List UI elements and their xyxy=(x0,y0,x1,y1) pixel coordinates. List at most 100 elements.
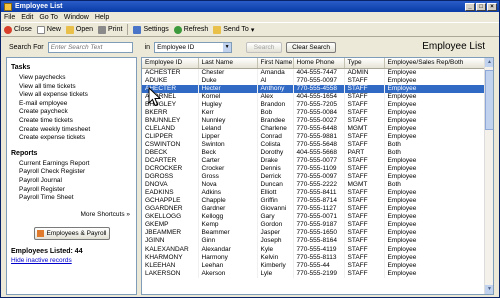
search-button[interactable]: Search xyxy=(246,41,283,53)
table-row[interactable]: AKORNEL Kornel Alex 404-555-1654 STAFF Employ… xyxy=(142,92,487,101)
table-cell: Crocker xyxy=(198,165,258,174)
table-cell: 770-555-1127 xyxy=(293,205,345,214)
table-cell: Employee xyxy=(384,229,487,238)
table-cell: Al xyxy=(257,76,294,85)
scroll-up-icon[interactable]: ▲ xyxy=(485,58,493,67)
clear-search-button[interactable]: Clear Search xyxy=(286,41,337,53)
menu-window[interactable]: Window xyxy=(64,14,89,21)
table-cell: Adkins xyxy=(198,189,258,198)
table-row[interactable]: AHECTER Hecter Anthony 770-555-4558 STAFF Emp… xyxy=(142,84,487,93)
open-button[interactable]: Open xyxy=(65,25,93,34)
table-cell: KALEXANDAR xyxy=(142,245,199,254)
report-link[interactable]: Current Earnings Report xyxy=(11,160,132,169)
table-row[interactable]: KHARMONY Harmony Kelvin 770-555-8113 STAFF Em… xyxy=(142,253,487,262)
employees-payroll-button[interactable]: Employees & Payroll xyxy=(33,226,110,240)
column-header[interactable]: First Name xyxy=(257,58,294,69)
table-row[interactable]: DBECK Beck Dorothy 404-555-5668 PART Both xyxy=(142,148,487,158)
task-link[interactable]: Create expense tickets xyxy=(11,134,132,143)
table-row[interactable]: GGARDNER Gardner Giovanni 770-555-1127 STAFF… xyxy=(142,205,487,214)
vertical-scrollbar[interactable]: ▲ ▼ xyxy=(484,58,493,294)
table-cell: 770-555-8411 xyxy=(293,189,345,198)
table-cell: GCHAPPLE xyxy=(142,197,199,206)
minimize-button[interactable]: _ xyxy=(465,2,475,11)
task-link[interactable]: Create weekly timesheet xyxy=(11,126,132,135)
table-row[interactable]: CLIPPER Lipper Conrad 770-555-9881 STAFF Empl… xyxy=(142,132,487,141)
close-button[interactable]: Close xyxy=(4,25,32,34)
table-row[interactable]: BKERR Kerr Bob 770-555-0084 STAFF Employee xyxy=(142,108,487,117)
mouse-cursor-icon xyxy=(148,87,162,107)
table-row[interactable]: ACHESTER Chester Amanda 404-555-7447 ADMIN Em… xyxy=(142,68,487,77)
menu-help[interactable]: Help xyxy=(95,14,109,21)
maximize-button[interactable]: □ xyxy=(476,2,486,11)
task-link[interactable]: E-mail employee xyxy=(11,100,132,109)
menu-file[interactable]: File xyxy=(4,14,15,21)
menu-goto[interactable]: Go To xyxy=(39,14,58,21)
table-cell: Gary xyxy=(257,213,294,222)
scroll-down-icon[interactable]: ▼ xyxy=(485,285,493,294)
table-row[interactable]: LAKERSON Akerson Lyle 770-555-2199 STAFF Empl… xyxy=(142,269,487,278)
report-link[interactable]: Payroll Journal xyxy=(11,177,132,186)
table-row[interactable]: JGINN Ginn Joseph 770-555-8164 STAFF Employee xyxy=(142,237,487,246)
table-row[interactable]: CLELAND Leland Charlene 770-555-6448 MGMT Emp… xyxy=(142,124,487,133)
table-cell: 404-555-1654 xyxy=(293,92,345,101)
refresh-button[interactable]: Refresh xyxy=(173,25,208,34)
task-link[interactable]: Create time tickets xyxy=(11,117,132,126)
table-cell: Employee xyxy=(384,92,487,101)
close-window-button[interactable]: × xyxy=(487,2,497,11)
scroll-thumb[interactable] xyxy=(485,70,493,130)
table-row[interactable]: ADUKE Duke Al 770-555-0097 STAFF Employee xyxy=(142,76,487,85)
report-link[interactable]: Payroll Time Sheet xyxy=(11,194,132,203)
table-row[interactable]: BNUNNLEY Nunnley Brandee 770-555-0027 STAFF E… xyxy=(142,116,487,125)
task-link[interactable]: View all expense tickets xyxy=(11,91,132,100)
table-cell: 404-555-5668 xyxy=(293,148,345,158)
table-row[interactable]: DCARTER Carter Drake 770-555-0077 STAFF Emplo… xyxy=(142,157,487,166)
table-cell: LAKERSON xyxy=(142,269,199,278)
table-row[interactable]: GCHAPPLE Chapple Griffin 770-555-8714 STAFF E… xyxy=(142,197,487,206)
chevron-down-icon: ▼ xyxy=(223,42,232,52)
table-cell: STAFF xyxy=(344,245,385,254)
task-link[interactable]: Create paycheck xyxy=(11,108,132,117)
payroll-icon xyxy=(36,229,44,237)
table-cell: STAFF xyxy=(344,132,385,141)
table-row[interactable]: DCROCKER Crocker Dennis 770-555-1109 STAFF Em… xyxy=(142,165,487,174)
table-row[interactable]: GKEMP Kemp Gordon 770-555-9187 STAFF Employee xyxy=(142,221,487,230)
table-cell: 770-555-1650 xyxy=(293,229,345,238)
table-cell: Kerr xyxy=(198,108,258,117)
column-header[interactable]: Employee ID xyxy=(142,58,199,69)
table-row[interactable]: DGROSS Gross Derrick 770-555-0097 STAFF Emplo… xyxy=(142,173,487,182)
search-field-select[interactable]: Employee ID ▼ xyxy=(154,41,233,53)
menu-bar: File Edit Go To Window Help xyxy=(1,12,499,22)
new-button[interactable]: New xyxy=(36,25,61,34)
hide-inactive-link[interactable]: Hide inactive records xyxy=(11,257,132,264)
settings-button[interactable]: Settings xyxy=(133,25,169,34)
column-header[interactable]: Last Name xyxy=(198,58,258,69)
table-cell: ADUKE xyxy=(142,76,199,85)
table-cell: BKERR xyxy=(142,108,199,117)
table-row[interactable]: BHUGLEY Hugley Brandon 770-555-7205 STAFF Emp… xyxy=(142,100,487,109)
table-cell: Kornel xyxy=(198,92,258,101)
table-cell: JGINN xyxy=(142,237,199,246)
report-link[interactable]: Payroll Register xyxy=(11,186,132,195)
print-button[interactable]: Print xyxy=(98,25,122,34)
table-cell: Alexandar xyxy=(198,245,258,254)
table-row[interactable]: JBEAMMER Beammer Jasper 770-555-1650 STAFF Em… xyxy=(142,229,487,238)
column-header[interactable]: Home Phone xyxy=(293,58,345,69)
menu-edit[interactable]: Edit xyxy=(21,14,33,21)
toolbar: Close New Open Print Settings Refresh Se… xyxy=(1,22,499,37)
send-to-button[interactable]: Send To ▾ xyxy=(213,25,254,34)
task-link[interactable]: View paychecks xyxy=(11,74,132,83)
report-link[interactable]: Payroll Check Register xyxy=(11,168,132,177)
table-row[interactable]: CSWINTON Swinton Colista 770-555-5648 STAFF B… xyxy=(142,140,487,149)
table-cell: Kimberly xyxy=(257,261,294,270)
table-row[interactable]: KALEXANDAR Alexandar Kyle 770-555-4119 STAFF… xyxy=(142,245,487,254)
table-row[interactable]: GKELLOGG Kellogg Gary 770-555-0071 STAFF Empl… xyxy=(142,213,487,222)
table-row[interactable]: EADKINS Adkins Elliott 770-555-8411 STAFF Emp… xyxy=(142,189,487,198)
column-header[interactable]: Employee/Sales Rep/Both xyxy=(384,58,487,69)
search-input[interactable] xyxy=(47,41,133,53)
task-link[interactable]: View all time tickets xyxy=(11,83,132,92)
table-cell: STAFF xyxy=(344,205,385,214)
column-header[interactable]: Type xyxy=(344,58,385,69)
table-row[interactable]: DNOVA Nova Duncan 770-555-2222 MGMT Both xyxy=(142,181,487,190)
more-shortcuts-link[interactable]: More Shortcuts » xyxy=(11,211,132,218)
table-row[interactable]: KLEEHAN Leehan Kimberly 770-555-44 STAFF Empl… xyxy=(142,261,487,270)
